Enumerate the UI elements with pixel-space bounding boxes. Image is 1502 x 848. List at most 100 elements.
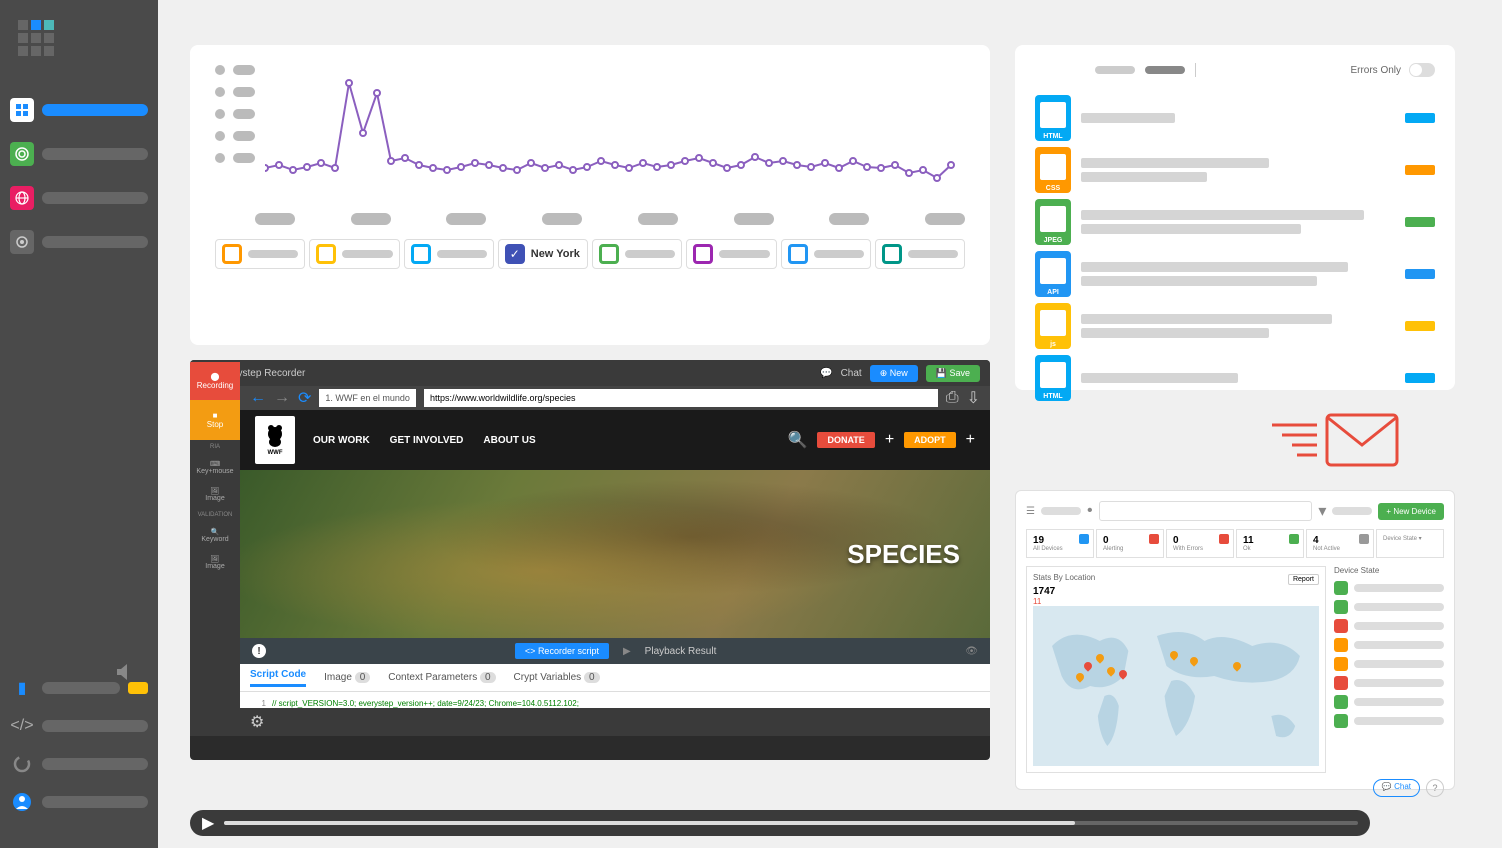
tab-script-code[interactable]: Script Code: [250, 669, 306, 687]
device-list-item[interactable]: [1334, 581, 1444, 595]
tab-image[interactable]: Image 0: [324, 672, 370, 683]
gear-icon: [14, 234, 30, 250]
stat-card[interactable]: 0With Errors: [1166, 529, 1234, 558]
file-status-bar: [1405, 269, 1435, 279]
nav-target[interactable]: [10, 140, 148, 168]
file-status-bar: [1405, 217, 1435, 227]
location-chips: ✓New York: [215, 239, 965, 269]
location-chip[interactable]: [875, 239, 965, 269]
file-status-bar: [1405, 165, 1435, 175]
location-chip[interactable]: [781, 239, 871, 269]
code-tabs: Script Code Image 0 Context Parameters 0…: [240, 664, 990, 692]
app-grid-icon[interactable]: [18, 20, 148, 56]
stop-button[interactable]: ■Stop: [190, 400, 240, 440]
file-row: API: [1035, 251, 1435, 297]
bottom-item-code[interactable]: </>: [10, 714, 148, 738]
nav-dashboard[interactable]: [10, 96, 148, 124]
tab-info: 1. WWF en el mundo: [319, 389, 416, 407]
world-map[interactable]: [1033, 606, 1319, 766]
recording-button[interactable]: ⬤Recording: [190, 362, 240, 400]
file-status-bar: [1405, 113, 1435, 123]
menu-icon[interactable]: ☰: [1026, 506, 1035, 517]
file-row: CSS: [1035, 147, 1435, 193]
import-icon[interactable]: ⇩: [967, 388, 980, 408]
device-list-item[interactable]: [1334, 638, 1444, 652]
image-button[interactable]: 🖼Image: [190, 481, 240, 508]
chat-button[interactable]: 💬 Chat: [1373, 779, 1420, 797]
location-chip[interactable]: ✓New York: [498, 239, 588, 269]
nav-get-involved[interactable]: GET INVOLVED: [390, 435, 464, 446]
forward-icon[interactable]: →: [274, 389, 290, 407]
device-list-item[interactable]: [1334, 657, 1444, 671]
nav-about[interactable]: ABOUT US: [483, 435, 535, 446]
wwf-logo[interactable]: WWF: [255, 416, 295, 464]
nav-our-work[interactable]: OUR WORK: [313, 435, 370, 446]
location-chip[interactable]: [404, 239, 494, 269]
stat-card[interactable]: 11Ok: [1236, 529, 1304, 558]
globe-icon: [14, 190, 30, 206]
target-icon: [14, 146, 30, 162]
device-list-item[interactable]: [1334, 600, 1444, 614]
progress-bar[interactable]: [224, 821, 1358, 825]
code-icon: </>: [10, 714, 34, 738]
image-validation-button[interactable]: 🖼Image: [190, 549, 240, 576]
bottom-item-loading[interactable]: [10, 752, 148, 776]
spinner-icon: [10, 752, 34, 776]
errors-only-toggle[interactable]: Errors Only: [1350, 63, 1435, 77]
location-chip[interactable]: [215, 239, 305, 269]
new-device-button[interactable]: + New Device: [1378, 503, 1444, 520]
url-input[interactable]: [424, 389, 938, 407]
stats-row: 19All Devices0Alerting0With Errors11Ok4N…: [1026, 529, 1444, 558]
nav-settings[interactable]: [10, 228, 148, 256]
chart-panel: ✓New York: [190, 45, 990, 345]
device-list-item[interactable]: [1334, 695, 1444, 709]
adopt-button[interactable]: ADOPT: [904, 432, 956, 448]
bottom-item-user[interactable]: [10, 790, 148, 814]
map-panel: Stats By Location Report 1747 11: [1026, 566, 1326, 773]
chat-icon[interactable]: 💬: [820, 368, 832, 379]
map-count: 1747: [1033, 586, 1319, 597]
keymouse-button[interactable]: ⌨Key+mouse: [190, 454, 240, 481]
mail-icon: [1242, 405, 1402, 480]
gear-icon[interactable]: ⚙: [250, 712, 264, 732]
eye-icon[interactable]: 👁: [965, 646, 978, 657]
save-button[interactable]: 💾 Save: [926, 365, 980, 382]
location-chip[interactable]: [592, 239, 682, 269]
map-title: Stats By Location: [1033, 573, 1095, 582]
stat-card[interactable]: 0Alerting: [1096, 529, 1164, 558]
tab-crypt[interactable]: Crypt Variables 0: [514, 672, 600, 683]
location-chip[interactable]: [309, 239, 399, 269]
donate-button[interactable]: DONATE: [817, 432, 874, 448]
file-types-panel: Errors Only HTML CSS JPEG API js HTML: [1015, 45, 1455, 390]
device-state-card[interactable]: Device State ▾: [1376, 529, 1444, 558]
device-list-item[interactable]: [1334, 619, 1444, 633]
help-icon[interactable]: ?: [1426, 779, 1444, 797]
search-icon[interactable]: 🔍: [788, 430, 808, 450]
device-list-item[interactable]: [1334, 676, 1444, 690]
code-editor[interactable]: 1// script_VERSION=3.0; everystep_versio…: [240, 692, 990, 708]
script-bar: ! <> Recorder script ▶ Playback Result 👁: [240, 638, 990, 664]
recorder-footer: ⚙: [240, 708, 990, 736]
back-icon[interactable]: ←: [250, 389, 266, 407]
validation-label: VALIDATION: [198, 508, 233, 522]
speaker-icon: [113, 660, 137, 689]
recorder-script-tab[interactable]: <> Recorder script: [515, 643, 609, 659]
stat-card[interactable]: 4Not Active: [1306, 529, 1374, 558]
ria-label: RIA: [210, 440, 220, 454]
keyword-button[interactable]: 🔍Keyword: [190, 522, 240, 549]
stat-card[interactable]: 19All Devices: [1026, 529, 1094, 558]
play-icon[interactable]: ▶: [623, 646, 631, 657]
filter-select[interactable]: [1099, 501, 1313, 521]
file-icon: js: [1035, 303, 1071, 349]
device-list-item[interactable]: [1334, 714, 1444, 728]
recorder-panel: ☰ Everystep Recorder 💬 Chat ⊕ New 💾 Save…: [190, 360, 990, 760]
device-state-label: Device State: [1334, 566, 1444, 575]
play-button[interactable]: ▶: [202, 813, 214, 833]
screenshot-icon[interactable]: ⎙: [946, 389, 959, 407]
tab-context[interactable]: Context Parameters 0: [388, 672, 495, 683]
report-button[interactable]: Report: [1288, 574, 1319, 585]
new-button[interactable]: ⊕ New: [870, 365, 918, 382]
nav-globe[interactable]: [10, 184, 148, 212]
location-chip[interactable]: [686, 239, 776, 269]
reload-icon[interactable]: ⟳: [298, 388, 311, 408]
